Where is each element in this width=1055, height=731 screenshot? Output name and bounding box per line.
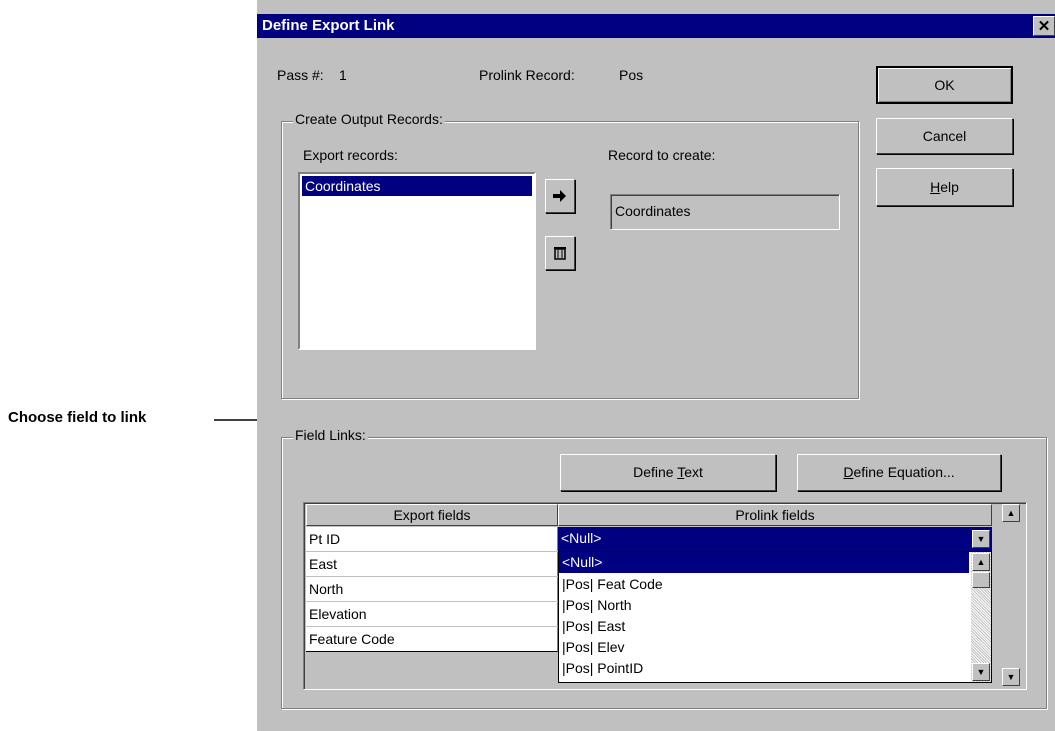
pass-label: Pass #: [277, 67, 324, 83]
title-bar: Define Export Link ✕ [257, 14, 1055, 38]
define-text-label: Define Text [633, 464, 703, 480]
add-record-button[interactable] [545, 179, 575, 213]
ok-label: OK [934, 77, 955, 93]
define-equation-label: Define Equation... [843, 464, 955, 480]
grid-scroll-up-button[interactable]: ▲ [1002, 504, 1020, 522]
scroll-down-button[interactable]: ▼ [972, 663, 990, 681]
export-fields-column: Pt ID East North Elevation Feature Code [306, 527, 558, 652]
export-records-label: Export records: [303, 147, 398, 163]
prolink-field-combo-value: <Null> [561, 530, 602, 546]
cancel-label: Cancel [922, 128, 967, 144]
chevron-up-icon: ▲ [976, 557, 986, 567]
ok-button[interactable]: OK [876, 66, 1013, 104]
dropdown-scrollbar[interactable]: ▲ ▼ [971, 552, 991, 682]
prolink-field-combo[interactable]: <Null> ▼ [558, 527, 992, 551]
field-links-label: Field Links: [293, 427, 368, 443]
column-header-export-fields[interactable]: Export fields [306, 504, 558, 526]
table-row[interactable]: Pt ID [306, 527, 558, 552]
prolink-field-dropdown: <Null> |Pos| Feat Code |Pos| North |Pos|… [558, 551, 992, 683]
dropdown-option[interactable]: |Pos| PointID [559, 658, 969, 679]
dropdown-option[interactable]: <Null> [559, 552, 969, 573]
chevron-down-icon: ▼ [976, 534, 986, 544]
dropdown-option[interactable]: |Pos| Feat Code [559, 574, 969, 595]
arrow-right-icon [553, 190, 566, 202]
dropdown-option[interactable]: |Pos| Elev [559, 637, 969, 658]
close-icon: ✕ [1037, 18, 1051, 35]
list-item[interactable]: Coordinates [302, 176, 532, 196]
help-label: Help [930, 179, 959, 195]
column-header-prolink-fields[interactable]: Prolink fields [558, 504, 992, 526]
define-equation-button[interactable]: Define Equation... [797, 454, 1001, 491]
table-row[interactable]: Feature Code [306, 627, 558, 651]
dropdown-option[interactable]: |Pos| East [559, 616, 969, 637]
close-button[interactable]: ✕ [1033, 16, 1055, 36]
chevron-up-icon: ▲ [1006, 508, 1016, 518]
table-row[interactable]: Elevation [306, 602, 558, 627]
create-output-records-label: Create Output Records: [293, 111, 445, 127]
pass-value: 1 [339, 67, 347, 83]
chevron-down-icon: ▼ [976, 667, 986, 677]
scroll-thumb[interactable] [972, 572, 990, 588]
table-row[interactable]: North [306, 577, 558, 602]
record-to-create-field: Coordinates [610, 194, 840, 230]
table-row[interactable]: East [306, 552, 558, 577]
delete-record-button[interactable] [545, 236, 575, 270]
prolink-record-value: Pos [619, 67, 644, 83]
dropdown-option[interactable]: |Pos| North [559, 595, 969, 616]
chevron-down-icon: ▼ [1006, 672, 1016, 682]
record-to-create-value: Coordinates [615, 203, 691, 219]
combo-dropdown-button[interactable]: ▼ [972, 530, 990, 548]
cancel-button[interactable]: Cancel [876, 118, 1013, 154]
trash-icon [554, 247, 566, 260]
export-records-list[interactable]: Coordinates [298, 172, 536, 350]
prolink-record-label: Prolink Record: [479, 67, 575, 83]
scroll-up-button[interactable]: ▲ [972, 553, 990, 571]
field-links-grid: Export fields Prolink fields Pt ID East … [303, 502, 1027, 690]
help-button[interactable]: Help [876, 168, 1013, 206]
define-export-link-dialog: Define Export Link ✕ Pass #: 1 Prolink R… [257, 0, 1055, 731]
record-to-create-label: Record to create: [608, 147, 716, 163]
grid-scroll-down-button[interactable]: ▼ [1002, 668, 1020, 686]
grid-scrollbar[interactable]: ▲ ▼ [1000, 504, 1022, 688]
dialog-title: Define Export Link [262, 17, 395, 34]
define-text-button[interactable]: Define Text [560, 454, 776, 491]
